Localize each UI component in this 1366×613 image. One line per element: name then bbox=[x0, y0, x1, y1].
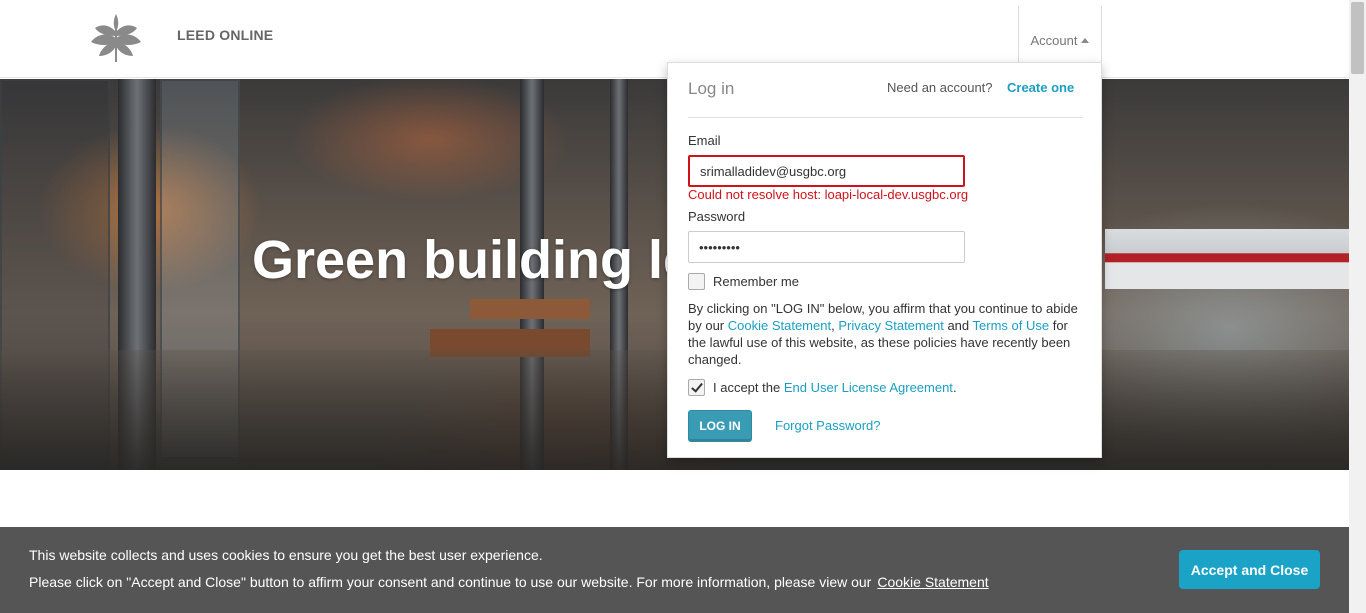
cookie-message-text: Please click on "Accept and Close" butto… bbox=[29, 574, 872, 590]
password-field[interactable] bbox=[688, 231, 965, 263]
cookie-message-line1: This website collects and uses cookies t… bbox=[29, 547, 543, 563]
cookie-statement-link-footer[interactable]: Cookie Statement bbox=[877, 574, 988, 590]
scrollbar-thumb[interactable] bbox=[1351, 2, 1364, 74]
account-label: Account bbox=[1030, 32, 1078, 48]
need-account-text: Need an account? bbox=[887, 80, 993, 95]
cookie-consent-bar: This website collects and uses cookies t… bbox=[0, 527, 1349, 613]
remember-me-label: Remember me bbox=[713, 274, 799, 289]
checkmark-icon bbox=[691, 380, 703, 393]
eula-prefix: I accept the bbox=[713, 380, 784, 395]
cookie-statement-link[interactable]: Cookie Statement bbox=[728, 318, 831, 333]
login-title: Log in bbox=[688, 79, 735, 98]
forgot-password-link[interactable]: Forgot Password? bbox=[775, 418, 881, 433]
terms-and: and bbox=[943, 318, 973, 333]
hero-title: Green building le bbox=[252, 230, 694, 290]
accept-and-close-button[interactable]: Accept and Close bbox=[1179, 550, 1320, 589]
eula-checkbox[interactable] bbox=[688, 379, 705, 396]
email-error-message: Could not resolve host: loapi-local-dev.… bbox=[688, 187, 969, 202]
email-label: Email bbox=[688, 133, 721, 148]
password-label: Password bbox=[688, 209, 746, 224]
eula-text: I accept the End User License Agreement. bbox=[713, 380, 957, 395]
divider bbox=[688, 117, 1083, 118]
page-scrollbar[interactable] bbox=[1349, 0, 1366, 613]
terms-text: By clicking on "LOG IN" below, you affir… bbox=[688, 300, 1083, 368]
eula-suffix: . bbox=[952, 380, 957, 395]
create-account-link[interactable]: Create one bbox=[1007, 80, 1074, 95]
brand-title[interactable]: LEED ONLINE bbox=[177, 27, 273, 43]
login-button[interactable]: LOG IN bbox=[688, 410, 752, 442]
eula-link[interactable]: End User License Agreement bbox=[784, 380, 953, 395]
terms-of-use-link[interactable]: Terms of Use bbox=[973, 318, 1050, 333]
remember-me-checkbox[interactable] bbox=[688, 273, 705, 290]
privacy-statement-link[interactable]: Privacy Statement bbox=[838, 318, 944, 333]
cookie-message-line2: Please click on "Accept and Close" butto… bbox=[29, 574, 989, 590]
login-dropdown: Log in Need an account? Create one Email… bbox=[667, 62, 1102, 458]
email-field[interactable] bbox=[688, 155, 965, 187]
usgbc-leaf-logo-icon[interactable] bbox=[89, 12, 143, 64]
caret-up-icon bbox=[1081, 38, 1090, 43]
